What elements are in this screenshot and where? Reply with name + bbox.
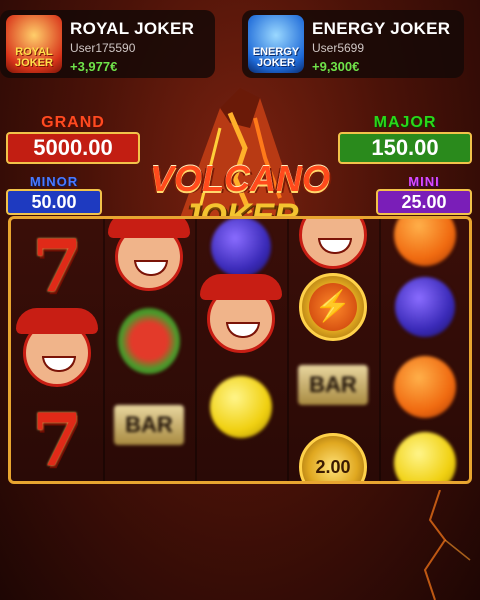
joker-symbol	[16, 308, 98, 391]
energy-joker-thumbnail: ENERGY JOKER	[248, 15, 304, 73]
jackpot-grand: GRAND 5000.00	[6, 114, 140, 164]
reel-separator	[287, 219, 289, 481]
lemon-symbol	[203, 369, 279, 445]
joker-symbol	[295, 219, 371, 273]
joker-symbol	[108, 219, 190, 295]
jackpot-mini: MINI 25.00	[376, 174, 472, 215]
plum-symbol	[387, 269, 463, 345]
jackpot-minor-label: MINOR	[29, 174, 79, 189]
jackpot-minor-value: 50.00	[6, 189, 102, 215]
lava-crack-decoration	[423, 490, 471, 600]
royal-joker-thumbnail: ROYAL JOKER	[6, 15, 62, 73]
lightning-bolt-icon: ⚡	[309, 283, 357, 331]
royal-joker-logo: ROYAL JOKER	[15, 46, 53, 69]
recent-win-card-royal-joker[interactable]: ROYAL JOKER ROYAL JOKER User175590 +3,97…	[0, 10, 215, 78]
jackpot-major: MAJOR 150.00	[338, 114, 472, 164]
joker-symbol	[200, 274, 282, 357]
jackpot-mini-label: MINI	[408, 174, 440, 189]
bar-symbol: BAR	[111, 387, 187, 463]
jackpot-grand-label: GRAND	[41, 114, 105, 131]
lemon-symbol	[387, 425, 463, 481]
win-game-title: ROYAL JOKER	[70, 19, 195, 38]
jackpot-major-label: MAJOR	[373, 114, 437, 131]
energy-joker-logo: ENERGY JOKER	[252, 46, 300, 69]
bar-label: BAR	[298, 365, 368, 405]
watermelon-symbol	[111, 303, 187, 379]
reel-separator	[195, 219, 197, 481]
orange-symbol	[387, 349, 463, 425]
win-amount: +9,300€	[312, 59, 360, 74]
lightning-coin-symbol: ⚡	[295, 269, 371, 345]
cash-coin-symbol: 2.00	[295, 429, 371, 481]
jackpot-mini-value: 25.00	[376, 189, 472, 215]
reel-separator	[379, 219, 381, 481]
win-game-title: ENERGY JOKER	[312, 19, 451, 38]
game-title-line1: VOLCANO	[150, 158, 330, 199]
orange-symbol	[387, 219, 463, 273]
win-username: User5699	[312, 41, 365, 55]
win-amount: +3,977€	[70, 59, 118, 74]
bar-symbol: BAR	[295, 347, 371, 423]
bar-label: BAR	[114, 405, 184, 445]
recent-win-card-energy-joker[interactable]: ENERGY JOKER ENERGY JOKER User5699 +9,30…	[242, 10, 464, 78]
reel-grid[interactable]: 7 7 BAR ⚡ BAR 2.00	[8, 216, 472, 484]
seven-symbol: 7	[31, 396, 83, 482]
jackpot-minor: MINOR 50.00	[6, 174, 102, 215]
reel-separator	[103, 219, 105, 481]
seven-symbol: 7	[31, 222, 83, 308]
coin-value: 2.00	[315, 456, 351, 477]
win-username: User175590	[70, 41, 136, 55]
